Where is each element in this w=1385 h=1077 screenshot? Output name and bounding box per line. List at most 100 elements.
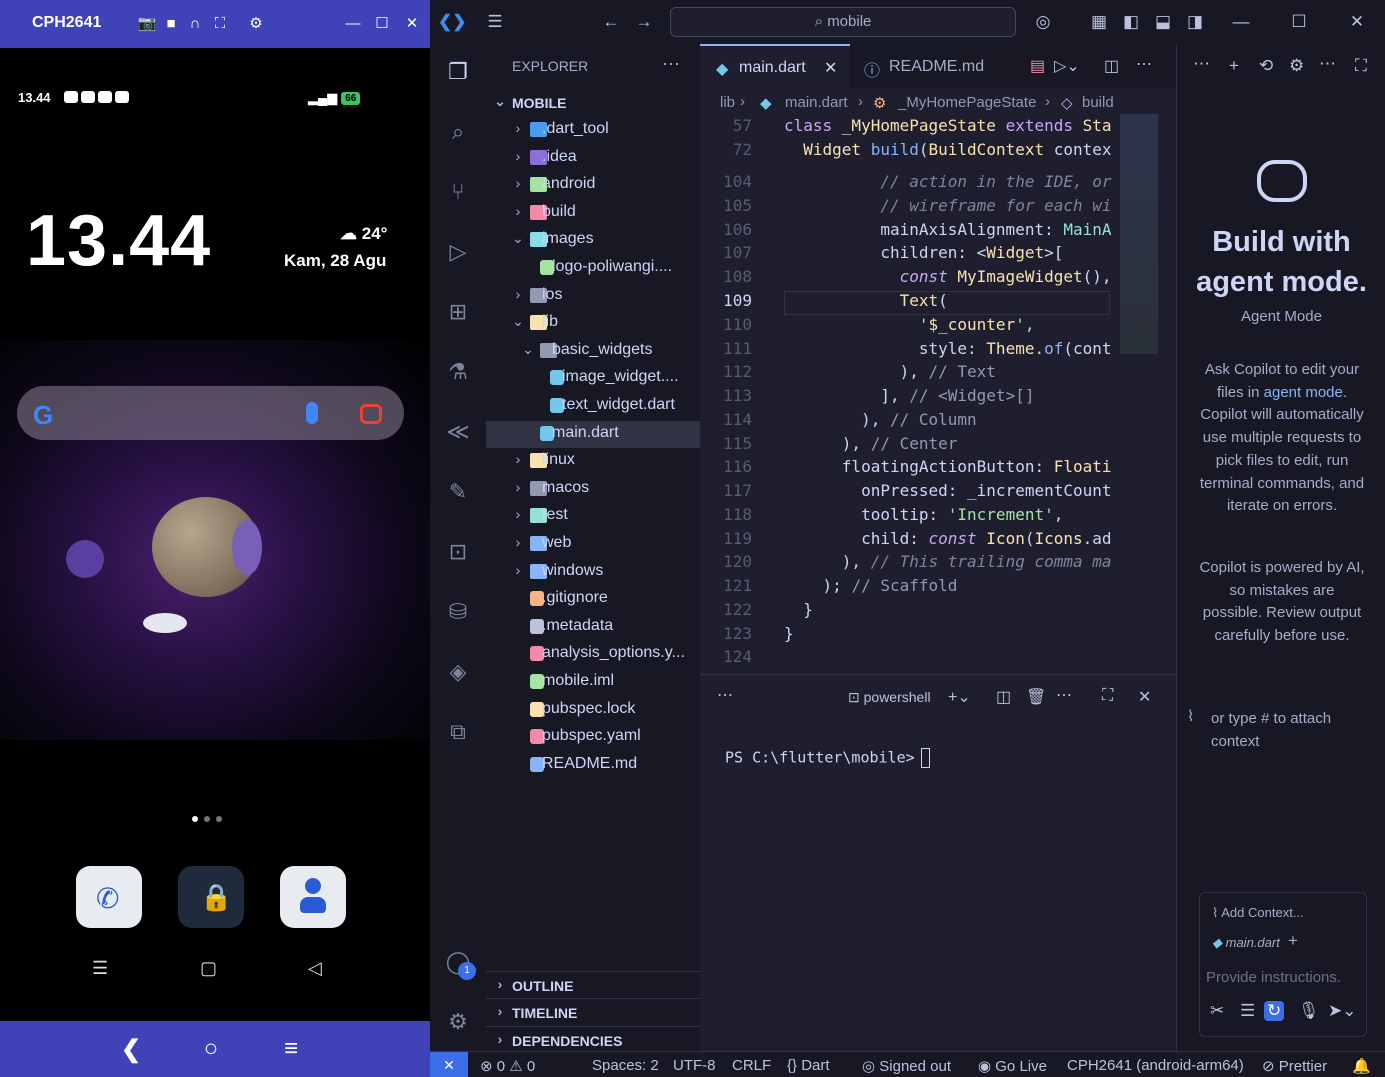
fullscreen-icon[interactable]: ⛶: [210, 14, 230, 34]
indentation[interactable]: Spaces: 2: [592, 1057, 659, 1074]
flutter-icon[interactable]: ≪: [444, 418, 472, 446]
new-chat-icon[interactable]: +: [1229, 56, 1239, 76]
tab-main-dart[interactable]: ◆ main.dart ✕: [700, 44, 850, 88]
code-line[interactable]: 123}: [700, 624, 1120, 648]
folder-item[interactable]: ⌄ images: [486, 227, 700, 254]
remote-icon[interactable]: ✕: [430, 1052, 468, 1077]
mic-icon[interactable]: [306, 402, 318, 424]
split-terminal-icon[interactable]: ◫: [996, 687, 1011, 707]
file-item[interactable]: pubspec.yaml: [486, 724, 700, 751]
folder-item[interactable]: › .dart_tool: [486, 117, 700, 144]
language-mode[interactable]: {} Dart: [787, 1057, 830, 1074]
code-line[interactable]: 118 tooltip: 'Increment',: [700, 505, 1120, 529]
python-icon[interactable]: ⧉: [444, 718, 472, 746]
code-line[interactable]: 107 children: <Widget>[: [700, 243, 1120, 267]
code-line[interactable]: 72 Widget build(BuildContext contex: [700, 140, 1120, 164]
maximize-icon[interactable]: ☐: [1288, 12, 1310, 32]
end-of-line[interactable]: CRLF: [732, 1057, 771, 1074]
section-outline[interactable]: › OUTLINE: [486, 971, 700, 998]
testing-icon[interactable]: ⚗: [444, 358, 472, 386]
file-item[interactable]: mobile.iml: [486, 669, 700, 696]
minimap[interactable]: [1120, 114, 1158, 354]
folder-root[interactable]: ⌄ MOBILE: [486, 90, 700, 117]
code-line[interactable]: 122 }: [700, 600, 1120, 624]
lens-icon[interactable]: [360, 404, 382, 424]
command-center[interactable]: ⌕ mobile: [670, 7, 1016, 37]
breadcrumb-item[interactable]: _MyHomePageState: [898, 94, 1036, 111]
home-button[interactable]: ○: [196, 1035, 226, 1063]
video-icon[interactable]: ■: [161, 14, 181, 34]
agent-mode-link[interactable]: agent mode: [1264, 384, 1343, 401]
folder-item[interactable]: › test: [486, 503, 700, 530]
extensions-icon[interactable]: ⊞: [444, 298, 472, 326]
copilot-icon[interactable]: ◎: [1032, 12, 1054, 32]
toggle-secondary-sidebar-icon[interactable]: ◨: [1184, 12, 1206, 32]
code-line[interactable]: 117 onPressed: _incrementCount: [700, 481, 1120, 505]
agent-mode-icon[interactable]: ↻: [1264, 1001, 1285, 1021]
more-actions-icon[interactable]: ⋯: [1136, 54, 1152, 74]
file-item[interactable]: pubspec.lock: [486, 697, 700, 724]
code-line[interactable]: 57 class _MyHomePageState extends Sta: [700, 116, 1120, 140]
nav-forward-icon[interactable]: →: [633, 12, 655, 32]
close-panel-icon[interactable]: ✕: [1138, 687, 1151, 707]
database-icon[interactable]: ⛁: [444, 598, 472, 626]
code-line[interactable]: 109 Text(: [700, 291, 1120, 315]
minimize-icon[interactable]: —: [343, 14, 363, 34]
maximize-panel-icon[interactable]: ⛶: [1102, 687, 1113, 705]
add-context-button[interactable]: ⌇ Add Context...: [1212, 905, 1304, 921]
file-item[interactable]: .gitignore: [486, 586, 700, 613]
code-line[interactable]: 119 child: const Icon(Icons.ad: [700, 529, 1120, 553]
code-line[interactable]: 121 ); // Scaffold: [700, 576, 1120, 600]
edit-icon[interactable]: ✎: [444, 478, 472, 506]
tools-icon[interactable]: ✂: [1210, 1001, 1224, 1021]
code-line[interactable]: 112 ), // Text: [700, 362, 1120, 386]
add-file-icon[interactable]: +: [1288, 931, 1298, 951]
prettier[interactable]: ⊘ Prettier: [1262, 1057, 1327, 1075]
problems-indicator[interactable]: ⊗ 0 ⚠ 0: [480, 1057, 535, 1075]
code-line[interactable]: 113 ], // <Widget>[]: [700, 386, 1120, 410]
gear-icon[interactable]: ⚙: [1289, 56, 1304, 76]
code-line[interactable]: 106 mainAxisAlignment: MainA: [700, 220, 1120, 244]
camera-icon[interactable]: 📷: [137, 14, 157, 34]
code-line[interactable]: 108 const MyImageWidget(),: [700, 267, 1120, 291]
settings-gear-icon[interactable]: ⚙: [444, 1008, 472, 1036]
file-item[interactable]: text_widget.dart: [486, 393, 700, 420]
toggle-panel-icon[interactable]: ⬓: [1152, 12, 1174, 32]
source-control-icon[interactable]: ⑂: [444, 178, 472, 206]
remote-explorer-icon[interactable]: ⊡: [444, 538, 472, 566]
more-actions-icon[interactable]: ⋯: [1193, 54, 1210, 74]
google-search-bar[interactable]: [17, 386, 404, 440]
section-dependencies[interactable]: › DEPENDENCIES: [486, 1026, 700, 1053]
close-icon[interactable]: ✕: [1346, 12, 1368, 32]
menu-icon[interactable]: ☰: [484, 12, 506, 32]
flutter-device[interactable]: CPH2641 (android-arm64): [1067, 1057, 1244, 1074]
search-icon[interactable]: ⌕: [444, 118, 472, 146]
home-icon[interactable]: ▢: [200, 958, 217, 979]
recents-icon[interactable]: ☰: [92, 958, 108, 979]
code-line[interactable]: 104 // action in the IDE, or: [700, 172, 1120, 196]
file-item[interactable]: .metadata: [486, 614, 700, 641]
code-line[interactable]: 124: [700, 647, 1120, 671]
run-icon[interactable]: ▷⌄: [1054, 56, 1080, 76]
chat-input-placeholder[interactable]: Provide instructions.: [1206, 969, 1341, 986]
code-line[interactable]: 114 ), // Column: [700, 410, 1120, 434]
folder-item[interactable]: › macos: [486, 476, 700, 503]
code-line[interactable]: 116 floatingActionButton: Floati: [700, 457, 1120, 481]
code-line[interactable]: 110 '$_counter',: [700, 315, 1120, 339]
folder-item[interactable]: › web: [486, 531, 700, 558]
contacts-app-icon[interactable]: [280, 866, 346, 928]
code-line[interactable]: 115 ), // Center: [700, 434, 1120, 458]
more-actions-icon[interactable]: ⋯: [1319, 54, 1336, 74]
more-actions-icon[interactable]: ⋯: [717, 685, 733, 705]
go-live[interactable]: ◉ Go Live: [978, 1057, 1047, 1075]
close-icon[interactable]: ✕: [402, 14, 422, 34]
maximize-icon[interactable]: ☐: [372, 14, 392, 34]
folder-item[interactable]: › .idea: [486, 145, 700, 172]
close-icon[interactable]: ✕: [824, 58, 837, 78]
breadcrumb-item[interactable]: main.dart: [785, 94, 848, 111]
trash-icon[interactable]: 🗑: [1026, 687, 1046, 707]
section-timeline[interactable]: › TIMELINE: [486, 998, 700, 1025]
folder-item[interactable]: ⌄ basic_widgets: [486, 338, 700, 365]
minimize-icon[interactable]: —: [1230, 12, 1252, 32]
mic-icon[interactable]: 🎙: [1298, 1001, 1320, 1021]
